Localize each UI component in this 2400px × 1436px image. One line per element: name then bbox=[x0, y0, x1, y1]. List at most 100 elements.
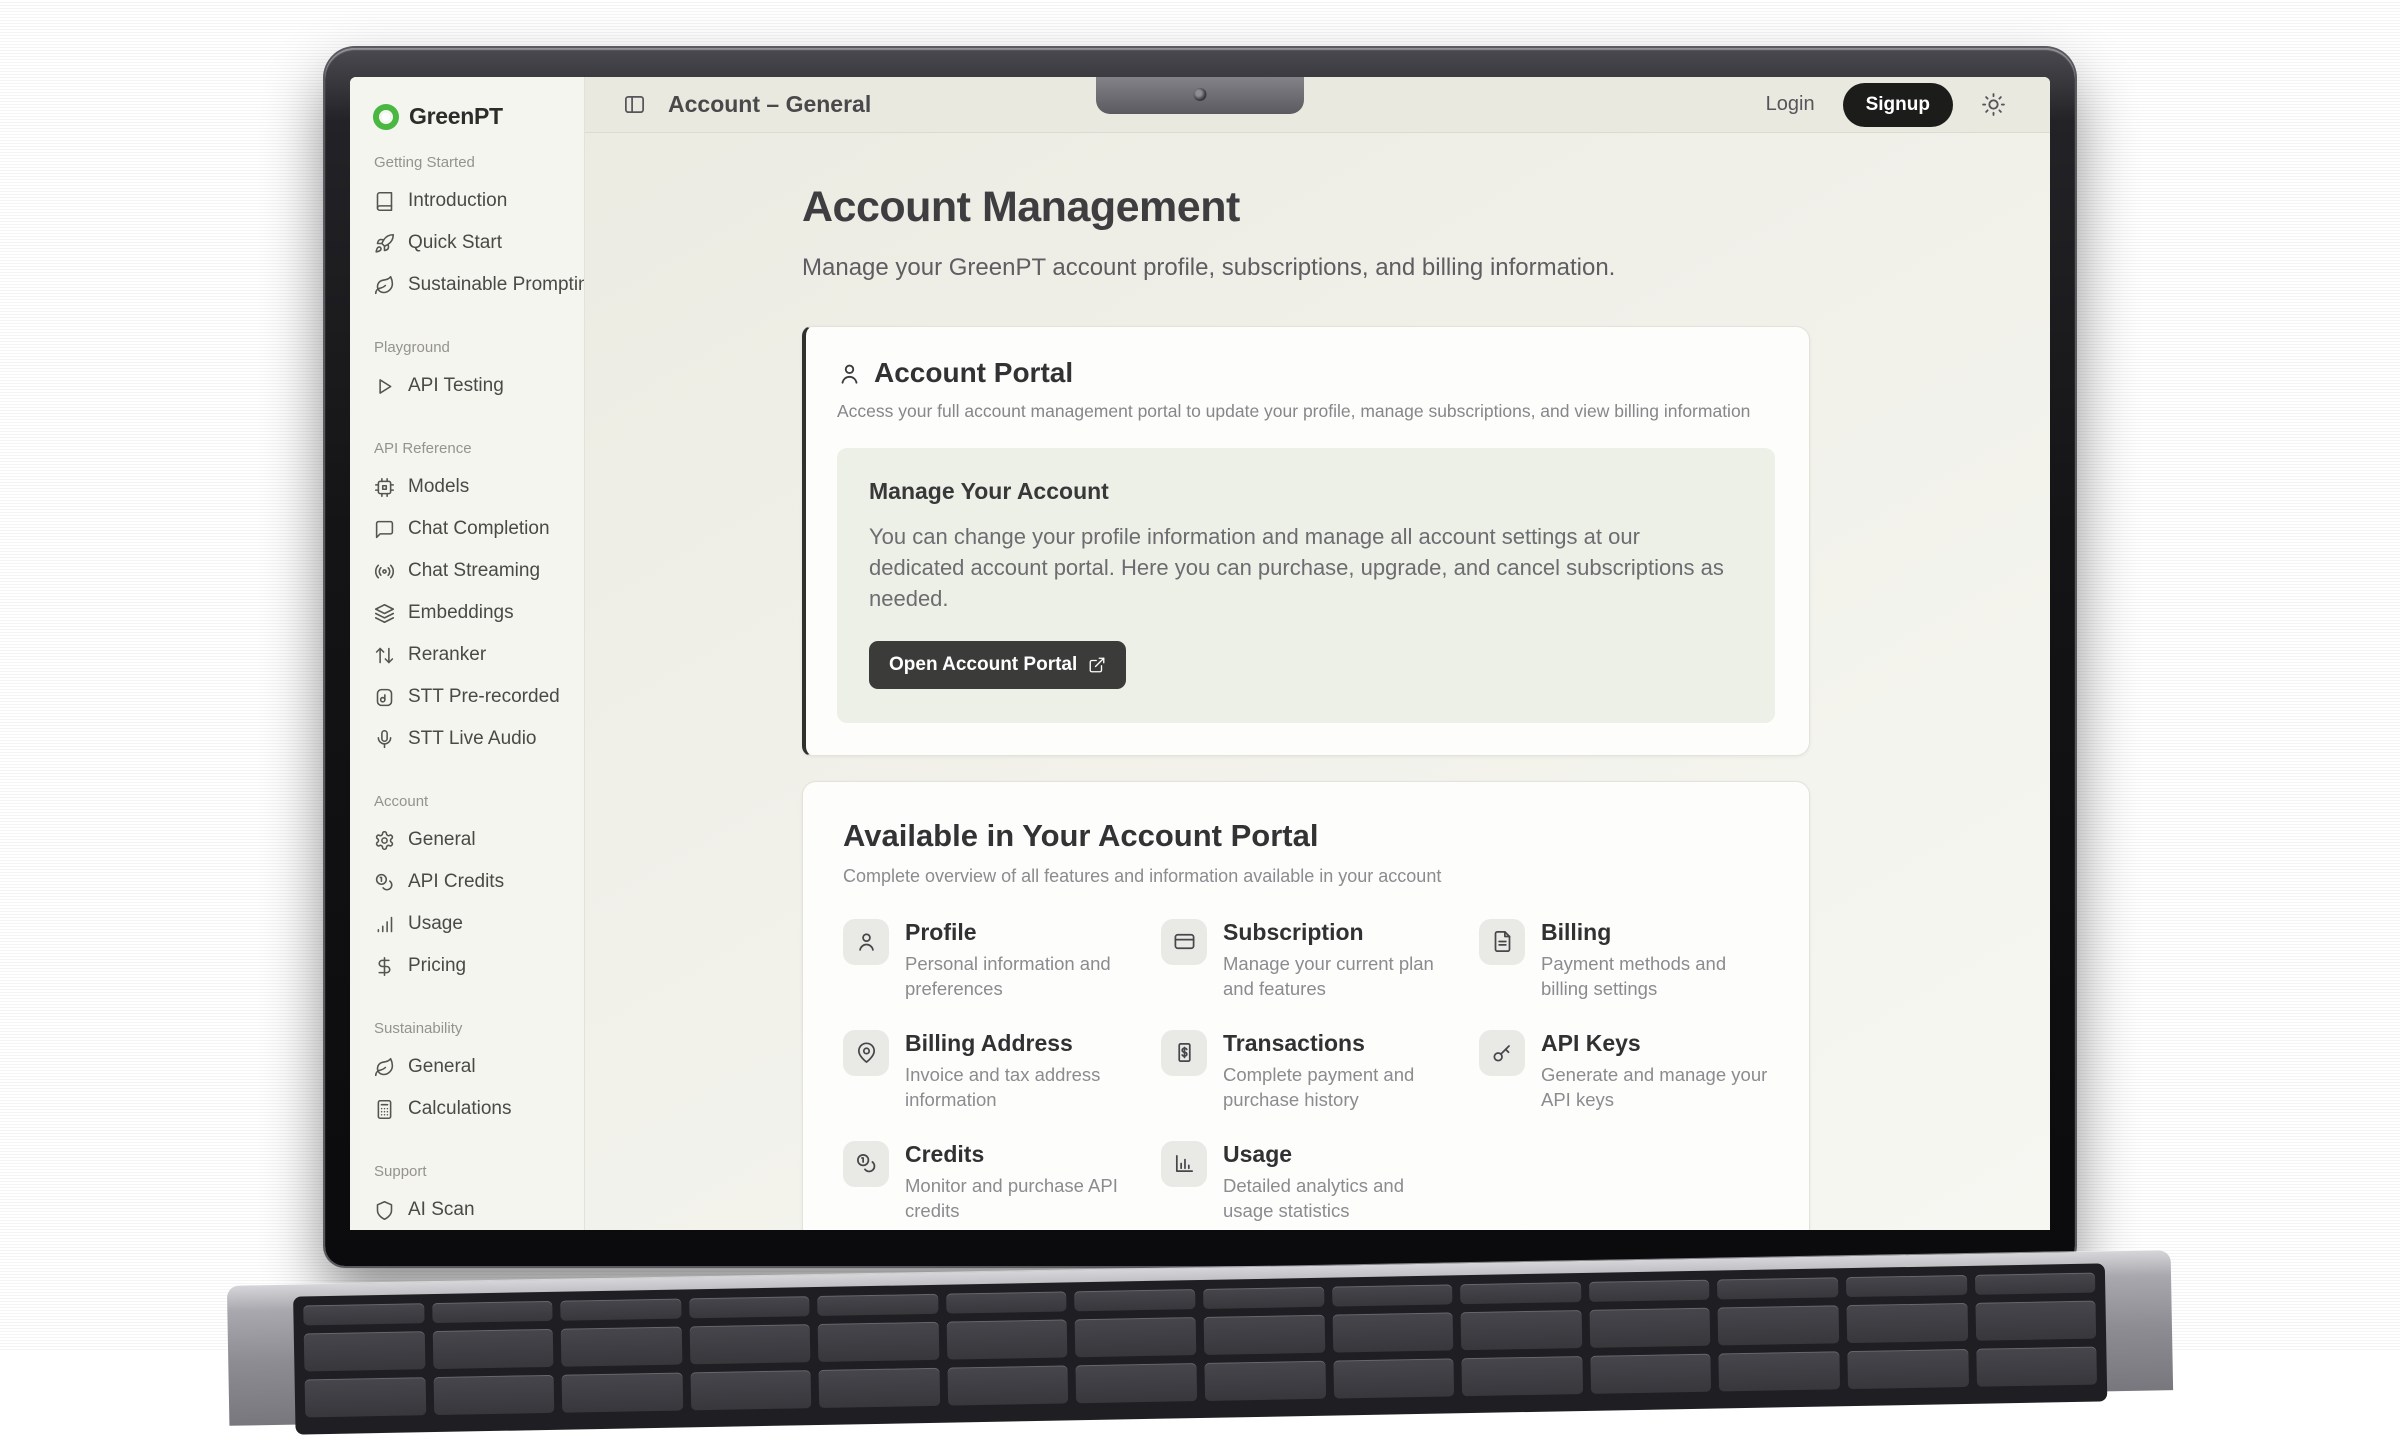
keyboard-key bbox=[1589, 1280, 1710, 1302]
feature-description: Manage your current plan and features bbox=[1223, 952, 1451, 1002]
leaf-icon bbox=[374, 1057, 395, 1078]
keyboard-key bbox=[947, 1365, 1068, 1405]
audio-file-icon bbox=[374, 687, 395, 708]
sidebar-item-usage[interactable]: Usage bbox=[350, 903, 584, 945]
keyboard-key bbox=[818, 1322, 939, 1362]
keyboard-key bbox=[433, 1375, 554, 1415]
topbar: Account – General Login Signup bbox=[585, 77, 2050, 133]
keyboard-key bbox=[690, 1370, 811, 1410]
keyboard-key bbox=[303, 1303, 424, 1325]
features-card-title: Available in Your Account Portal bbox=[843, 818, 1769, 854]
feature-title: API Keys bbox=[1541, 1030, 1769, 1057]
topbar-actions: Login Signup bbox=[1766, 83, 2006, 127]
external-link-icon bbox=[1088, 656, 1106, 674]
keyboard-key bbox=[561, 1327, 682, 1367]
user-icon bbox=[843, 919, 889, 965]
sidebar-item-label: General bbox=[408, 1056, 476, 1078]
page-subtitle: Manage your GreenPT account profile, sub… bbox=[802, 254, 2050, 282]
features-card-subtitle: Complete overview of all features and in… bbox=[843, 866, 1769, 887]
main-area: Account – General Login Signup Account M… bbox=[585, 77, 2050, 1230]
sidebar-item-general[interactable]: General bbox=[350, 819, 584, 861]
keyboard-key bbox=[1589, 1308, 1710, 1348]
gear-icon bbox=[374, 830, 395, 851]
sidebar-item-label: Chat Streaming bbox=[408, 560, 540, 582]
sidebar-item-stt-live-audio[interactable]: STT Live Audio bbox=[350, 718, 584, 760]
sidebar-item-introduction[interactable]: Introduction bbox=[350, 180, 584, 222]
sidebar-nav: Getting StartedIntroductionQuick StartSu… bbox=[350, 154, 584, 1230]
keyboard-key bbox=[1332, 1312, 1453, 1352]
sidebar-section-label-account: Account bbox=[350, 793, 584, 810]
sidebar-section-label-sustainability: Sustainability bbox=[350, 1020, 584, 1037]
file-text-icon bbox=[1479, 919, 1525, 965]
credit-card-icon bbox=[1161, 919, 1207, 965]
feature-title: Billing Address bbox=[905, 1030, 1133, 1057]
sidebar-item-quick-start[interactable]: Quick Start bbox=[350, 222, 584, 264]
keyboard-key bbox=[1717, 1277, 1838, 1299]
arrows-up-down-icon bbox=[374, 645, 395, 666]
sidebar-item-ai-scan[interactable]: AI Scan bbox=[350, 1189, 584, 1230]
broadcast-icon bbox=[374, 561, 395, 582]
keyboard-key bbox=[1718, 1305, 1839, 1345]
laptop-notch bbox=[1096, 77, 1304, 114]
keyboard-key bbox=[1075, 1317, 1196, 1357]
sidebar-item-chat-completion[interactable]: Chat Completion bbox=[350, 508, 584, 550]
theme-toggle-sun-icon[interactable] bbox=[1981, 92, 2006, 117]
keyboard-key bbox=[819, 1368, 940, 1408]
sidebar-item-label: Reranker bbox=[408, 644, 486, 666]
sidebar-item-pricing[interactable]: Pricing bbox=[350, 945, 584, 987]
sidebar-toggle-icon[interactable] bbox=[623, 93, 646, 116]
sidebar-item-label: Introduction bbox=[408, 190, 507, 212]
keyboard-key bbox=[1460, 1282, 1581, 1304]
manage-account-box: Manage Your Account You can change your … bbox=[837, 448, 1775, 723]
keyboard-key bbox=[1975, 1301, 2096, 1341]
sidebar: GreenPT Getting StartedIntroductionQuick… bbox=[350, 77, 585, 1230]
sidebar-item-chat-streaming[interactable]: Chat Streaming bbox=[350, 550, 584, 592]
coins-icon bbox=[374, 872, 395, 893]
greenpt-logo-icon bbox=[373, 104, 399, 130]
sidebar-item-label: General bbox=[408, 829, 476, 851]
sidebar-item-label: AI Scan bbox=[408, 1199, 475, 1221]
sidebar-item-calculations[interactable]: Calculations bbox=[350, 1088, 584, 1130]
sidebar-item-label: Embeddings bbox=[408, 602, 514, 624]
sidebar-item-general[interactable]: General bbox=[350, 1046, 584, 1088]
feature-description: Personal information and preferences bbox=[905, 952, 1133, 1002]
account-portal-card: Account Portal Access your full account … bbox=[802, 326, 1810, 756]
page-title: Account Management bbox=[802, 183, 2050, 232]
keyboard-key bbox=[1461, 1310, 1582, 1350]
keyboard-key bbox=[1204, 1315, 1325, 1355]
sidebar-item-reranker[interactable]: Reranker bbox=[350, 634, 584, 676]
keyboard-key bbox=[432, 1329, 553, 1369]
feature-title: Transactions bbox=[1223, 1030, 1451, 1057]
sidebar-item-label: Pricing bbox=[408, 955, 466, 977]
sidebar-item-stt-pre-recorded[interactable]: STT Pre-recorded bbox=[350, 676, 584, 718]
sidebar-item-api-credits[interactable]: API Credits bbox=[350, 861, 584, 903]
feature-title: Profile bbox=[905, 919, 1133, 946]
sidebar-item-models[interactable]: Models bbox=[350, 466, 584, 508]
feature-description: Complete payment and purchase history bbox=[1223, 1063, 1451, 1113]
receipt-icon bbox=[1161, 1030, 1207, 1076]
sidebar-item-api-testing[interactable]: API Testing bbox=[350, 365, 584, 407]
sidebar-section-label-playground: Playground bbox=[350, 339, 584, 356]
key-icon bbox=[1479, 1030, 1525, 1076]
feature-item-credits: CreditsMonitor and purchase API credits bbox=[843, 1141, 1133, 1224]
sidebar-section-label-support: Support bbox=[350, 1163, 584, 1180]
account-portal-title: Account Portal bbox=[874, 357, 1073, 389]
feature-description: Payment methods and billing settings bbox=[1541, 952, 1769, 1002]
keyboard-key bbox=[1332, 1284, 1453, 1306]
feature-description: Monitor and purchase API credits bbox=[905, 1174, 1133, 1224]
feature-description: Detailed analytics and usage statistics bbox=[1223, 1174, 1451, 1224]
brand-logo[interactable]: GreenPT bbox=[350, 103, 584, 130]
rocket-icon bbox=[374, 233, 395, 254]
keyboard-key bbox=[1590, 1354, 1711, 1394]
sidebar-item-label: Chat Completion bbox=[408, 518, 550, 540]
keyboard-key bbox=[562, 1372, 683, 1412]
sidebar-item-sustainable-prompting[interactable]: Sustainable Prompting bbox=[350, 264, 584, 306]
signup-button[interactable]: Signup bbox=[1843, 83, 1953, 127]
laptop-base bbox=[227, 1250, 2173, 1426]
login-button[interactable]: Login bbox=[1766, 93, 1815, 116]
manage-account-title: Manage Your Account bbox=[869, 478, 1743, 505]
feature-description: Invoice and tax address information bbox=[905, 1063, 1133, 1113]
open-account-portal-button[interactable]: Open Account Portal bbox=[869, 641, 1126, 689]
keyboard-key bbox=[304, 1331, 425, 1371]
sidebar-item-embeddings[interactable]: Embeddings bbox=[350, 592, 584, 634]
